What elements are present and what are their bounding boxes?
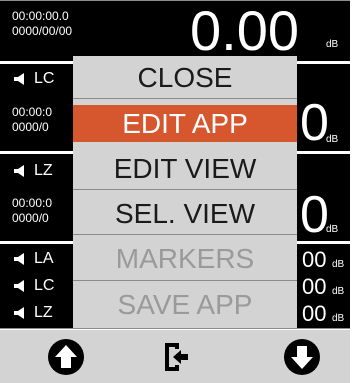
right-edge <box>350 0 358 383</box>
list-row-lc: LC <box>12 276 54 296</box>
timestamp-1: 00:00:00.0 0000/00/00 <box>12 9 73 38</box>
menu-divider <box>73 280 297 281</box>
exit-button[interactable] <box>152 334 198 380</box>
level-value-2: 0 <box>300 94 329 152</box>
unit-3: dB <box>326 224 339 235</box>
speaker-icon <box>14 165 24 177</box>
arrow-down-circle-icon <box>284 339 320 375</box>
bottom-toolbar <box>0 330 350 383</box>
menu-divider <box>73 189 297 190</box>
menu-item-edit-app[interactable]: EDIT APP <box>73 105 297 142</box>
menu-item-save-app[interactable]: SAVE APP <box>73 286 297 323</box>
row-value-la: 00 <box>302 247 327 272</box>
unit-2: dB <box>326 134 339 145</box>
list-row-la: LA <box>12 249 54 269</box>
context-menu: CLOSE EDIT APP EDIT VIEW SEL. VIEW MARKE… <box>73 56 297 328</box>
speaker-icon <box>14 253 24 265</box>
row-value-lz: 00 <box>302 301 327 326</box>
speaker-icon <box>14 280 24 292</box>
scroll-down-button[interactable] <box>279 334 325 380</box>
speaker-icon <box>14 73 24 85</box>
menu-item-sel-view[interactable]: SEL. VIEW <box>73 195 297 232</box>
row-value-lc: 00 <box>302 274 327 299</box>
list-row-lz: LZ <box>12 303 53 323</box>
menu-item-edit-view[interactable]: EDIT VIEW <box>73 150 297 187</box>
weighting-label-lz: LZ <box>12 161 53 181</box>
timestamp-2: 00:00:0 0000/0 <box>12 105 53 134</box>
row-unit-lz: dB <box>332 313 345 324</box>
unit-1: dB <box>326 39 339 50</box>
weighting-label-lc: LC <box>12 69 54 89</box>
menu-divider <box>73 234 297 235</box>
meter-screen: 00:00:00.0 0000/00/00 0.00 dB LC 00:00:0… <box>0 0 351 329</box>
menu-item-close[interactable]: CLOSE <box>73 59 297 96</box>
exit-icon <box>165 343 188 371</box>
speaker-icon <box>14 307 24 319</box>
scroll-up-button[interactable] <box>43 334 89 380</box>
timestamp-3: 00:00:0 0000/0 <box>12 196 53 225</box>
row-unit-la: dB <box>332 259 345 270</box>
row-unit-lc: dB <box>332 286 345 297</box>
level-value-1: 0.00 <box>190 0 299 62</box>
level-value-3: 0 <box>300 186 329 244</box>
menu-item-markers[interactable]: MARKERS <box>73 240 297 277</box>
arrow-up-circle-icon <box>48 339 84 375</box>
menu-divider <box>73 98 297 99</box>
